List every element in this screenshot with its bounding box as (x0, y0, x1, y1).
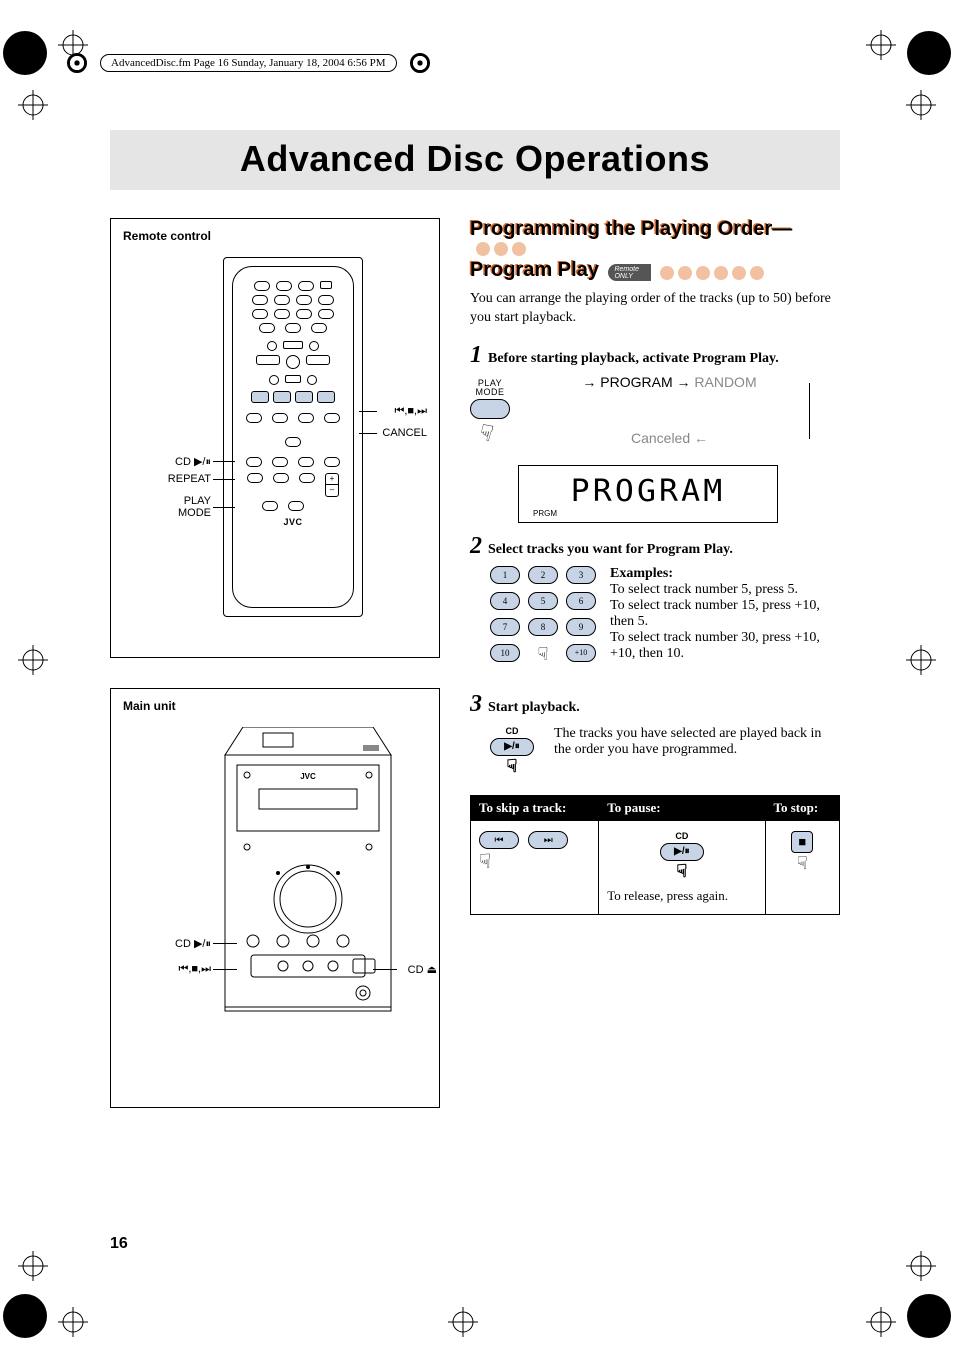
step-3-desc: The tracks you have selected are played … (554, 726, 840, 758)
th-stop: To stop: (765, 795, 839, 820)
registration-mark-icon (2, 30, 48, 76)
step-2-text: Select tracks you want for Program Play. (488, 542, 733, 558)
play-mode-diagram: PLAY MODE ☟ → PROGRAM → RANDOM Canceled … (518, 379, 840, 451)
registration-mark-icon (2, 1293, 48, 1339)
page-title-bar: Advanced Disc Operations (110, 130, 840, 190)
remote-label-playmode-l2: MODE (178, 507, 211, 519)
registration-mark-icon (906, 30, 952, 76)
step-1-number: 1 (470, 342, 482, 369)
step-2-number: 2 (470, 533, 482, 560)
key-4: 4 (490, 592, 520, 610)
key-8: 8 (528, 618, 558, 636)
registration-mark-icon (906, 1293, 952, 1339)
crop-mark-icon (18, 90, 48, 120)
mainunit-panel-title: Main unit (123, 699, 427, 713)
remote-label-transport: ⏮,■,⏭ (394, 405, 427, 418)
framemaker-header: AdvancedDisc.fm Page 16 Sunday, January … (100, 54, 397, 72)
cd-play-button-icon: CD ▶/⏸ ☟ (490, 726, 534, 777)
mainunit-label-cd: CD ▶/⏸ (123, 937, 211, 951)
th-skip: To skip a track: (471, 795, 599, 820)
playback-controls-table: To skip a track: To pause: To stop: ⏮ ⏭ … (470, 795, 840, 915)
remote-control-panel: Remote control (110, 218, 440, 658)
hand-cursor-icon: ☟ (676, 861, 687, 882)
skip-prev-icon: ⏮ (479, 831, 519, 849)
number-keypad: 1 2 3 4 5 6 7 8 9 10 ☟ +10 (490, 566, 596, 665)
remote-panel-title: Remote control (123, 229, 427, 243)
page-title: Advanced Disc Operations (110, 138, 840, 180)
hand-cursor-icon: ☟ (477, 419, 497, 448)
hand-cursor-icon: ☟ (538, 644, 549, 665)
crop-mark-icon (18, 1251, 48, 1281)
hand-cursor-icon: ☟ (507, 756, 518, 777)
key-2: 2 (528, 566, 558, 584)
th-pause: To pause: (599, 795, 765, 820)
key-7: 7 (490, 618, 520, 636)
crop-mark-icon (18, 645, 48, 675)
remote-label-playmode-l1: PLAY (184, 495, 211, 507)
crop-mark-icon (906, 90, 936, 120)
remote-label-cd: CD ▶/⏸ (123, 455, 211, 469)
mainunit-label-transport: ⏮,■,⏭ (123, 963, 211, 976)
section-heading: Programming the Playing Order— Programmi… (470, 218, 840, 257)
crop-mark-icon (866, 1307, 896, 1337)
step-1-text: Before starting playback, activate Progr… (488, 351, 779, 367)
key-6: 6 (566, 592, 596, 610)
key-1: 1 (490, 566, 520, 584)
crop-mark-icon (906, 1251, 936, 1281)
key-9: 9 (566, 618, 596, 636)
step-3-number: 3 (470, 691, 482, 718)
remote-only-badge: RemoteONLY (608, 264, 651, 281)
hand-cursor-icon: ☟ (797, 853, 808, 874)
stop-button-icon: ■ (791, 831, 813, 853)
page-number: 16 (110, 1235, 128, 1253)
pause-note: To release, press again. (607, 888, 756, 904)
key-plus10: +10 (566, 644, 596, 662)
lcd-display: PROGRAM PRGM (518, 465, 778, 523)
crop-mark-icon (906, 645, 936, 675)
key-10: 10 (490, 644, 520, 662)
examples-block: Examples: To select track number 5, pres… (610, 566, 840, 662)
remote-label-cancel: CANCEL (382, 427, 427, 439)
step-3-text: Start playback. (488, 700, 580, 716)
play-mode-button-icon (470, 399, 510, 419)
mainunit-label-eject: CD ⏏ (408, 963, 437, 976)
key-3: 3 (566, 566, 596, 584)
key-5: 5 (528, 592, 558, 610)
crop-mark-icon (58, 1307, 88, 1337)
section-intro: You can arrange the playing order of the… (470, 290, 840, 328)
main-unit-panel: Main unit JVC (110, 688, 440, 1108)
remote-label-repeat: REPEAT (123, 473, 211, 485)
skip-next-icon: ⏭ (528, 831, 568, 849)
pause-button-icon: CD ▶/⏸ ☟ (607, 831, 756, 882)
hand-cursor-icon: ☟ (479, 849, 491, 874)
crop-mark-icon (448, 1307, 478, 1337)
